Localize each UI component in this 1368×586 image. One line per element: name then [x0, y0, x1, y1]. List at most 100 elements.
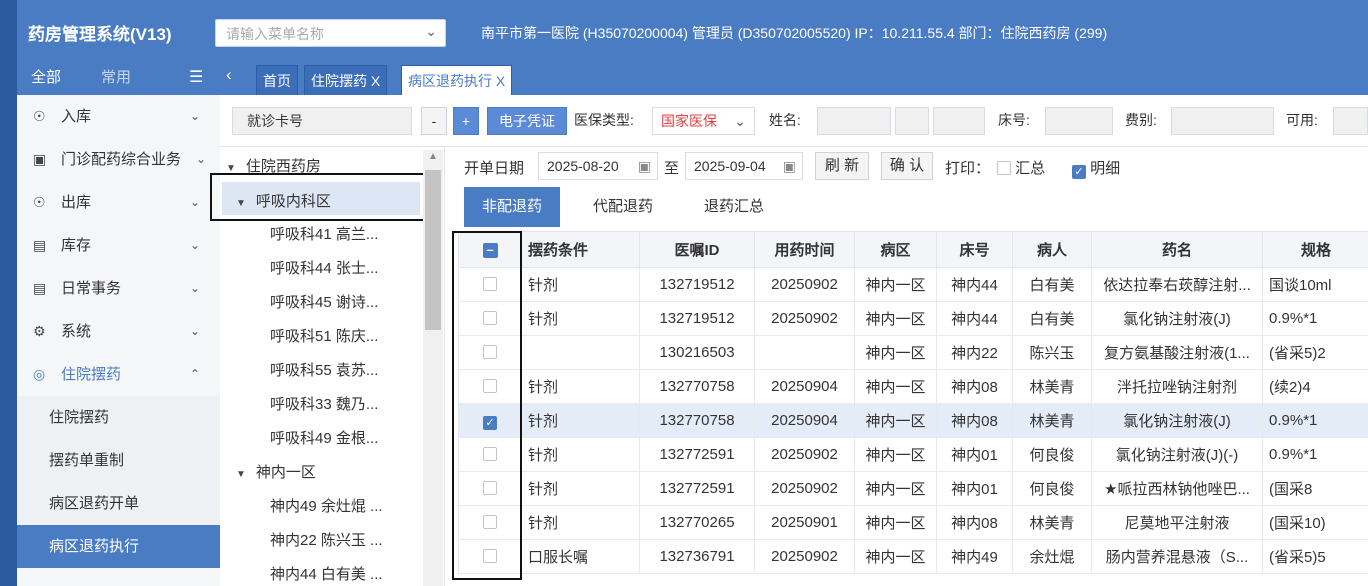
- cell-drug: 氯化钠注射液(J): [1091, 403, 1263, 438]
- date-label: 开单日期: [464, 160, 525, 177]
- subtab-return-summary[interactable]: 退药汇总: [686, 187, 782, 227]
- sidebar-item-outpatient[interactable]: ▣ 门诊配药综合业务 ⌄: [17, 138, 220, 181]
- sidebar-subitem-return-order[interactable]: 病区退药开单: [17, 482, 220, 525]
- tree-leaf[interactable]: 神内49 余灶焜 ...: [270, 495, 383, 516]
- cell-spec: (省采5)2: [1262, 335, 1368, 370]
- subtab-proxy-return[interactable]: 代配退药: [575, 187, 671, 227]
- sidebar-item-stock[interactable]: ▤ 库存 ⌄: [17, 224, 220, 267]
- sidebar-item-inbound[interactable]: ☉ 入库 ⌄: [17, 95, 220, 138]
- tree-leaf[interactable]: 神内22 陈兴玉 ...: [270, 529, 383, 550]
- table-row[interactable]: ✓ 针剂 132770758 20250904 神内一区 神内08 林美青 氯化钠注射液(J)…: [458, 403, 1368, 438]
- e-voucher-button[interactable]: 电子凭证: [487, 107, 567, 135]
- confirm-button[interactable]: 确 认: [881, 152, 933, 180]
- cell-spec: 0.9%*1: [1262, 437, 1368, 472]
- col-spec[interactable]: 规格: [1262, 231, 1368, 268]
- summary-checkbox-wrap[interactable]: 汇总: [997, 157, 1045, 178]
- cell-time: 20250902: [754, 437, 855, 472]
- tab-home[interactable]: 首页: [256, 65, 298, 95]
- tree-leaf[interactable]: 呼吸科45 谢诗...: [270, 291, 378, 312]
- available-field[interactable]: [1333, 107, 1368, 135]
- fee-field[interactable]: [1171, 107, 1274, 135]
- card-number-field[interactable]: 就诊卡号: [232, 107, 412, 135]
- sidebar-tab-all[interactable]: 全部: [31, 66, 61, 87]
- calendar-icon: ▣: [782, 158, 796, 174]
- sidebar-item-label: 入库: [61, 108, 92, 125]
- sidebar-subitem-redo[interactable]: 摆药单重制: [17, 439, 220, 482]
- col-drug[interactable]: 药名: [1091, 231, 1263, 268]
- cell-patient: 林美青: [1012, 403, 1092, 438]
- cell-time: 20250904: [754, 369, 855, 404]
- minus-button[interactable]: -: [421, 107, 447, 135]
- col-bed[interactable]: 床号: [936, 231, 1013, 268]
- sidebar-item-daily[interactable]: ▤ 日常事务 ⌄: [17, 267, 220, 310]
- col-patient[interactable]: 病人: [1012, 231, 1092, 268]
- tree-leaf[interactable]: 神内44 白有美 ...: [270, 563, 383, 584]
- name-field-2[interactable]: [895, 107, 929, 135]
- cell-bed: 神内01: [936, 471, 1013, 506]
- tree-leaf[interactable]: 呼吸科44 张士...: [270, 257, 378, 278]
- chevron-left-icon[interactable]: ‹: [226, 65, 232, 85]
- date-to-input[interactable]: 2025-09-04 ▣: [685, 152, 803, 180]
- tree-leaf[interactable]: 呼吸科51 陈庆...: [270, 325, 378, 346]
- tree-leaf[interactable]: 呼吸科49 金根...: [270, 427, 378, 448]
- cell-spec: (续2)4: [1262, 369, 1368, 404]
- tree-leaf[interactable]: 呼吸科41 高兰...: [270, 223, 378, 244]
- print-label: 打印：: [945, 160, 991, 177]
- date-from-input[interactable]: 2025-08-20 ▣: [538, 152, 658, 180]
- cell-spec: (省采5)5: [1262, 539, 1368, 574]
- chevron-down-icon[interactable]: ⌄: [425, 23, 437, 40]
- plus-button[interactable]: +: [453, 107, 479, 135]
- col-condition[interactable]: 摆药条件: [521, 231, 640, 268]
- detail-label: 明细: [1090, 160, 1121, 177]
- name-field-3[interactable]: [933, 107, 985, 135]
- detail-checkbox[interactable]: ✓: [1072, 165, 1086, 179]
- tab-inpatient-dispensing[interactable]: 住院摆药 X: [304, 65, 388, 95]
- sidebar: 全部 常用 ☰ ☉ 入库 ⌄ ▣ 门诊配药综合业务 ⌄ ☉ 出库 ⌄ ▤ 库存 ⌄ ▤ 日常事务 ⌄…: [17, 58, 220, 586]
- cell-drug: 泮托拉唑钠注射剂: [1091, 369, 1263, 404]
- col-time[interactable]: 用药时间: [754, 231, 855, 268]
- sidebar-item-system[interactable]: ⚙ 系统 ⌄: [17, 310, 220, 353]
- tree-leaf[interactable]: 呼吸科33 魏乃...: [270, 393, 378, 414]
- table-row[interactable]: 针剂 132772591 20250902 神内一区 神内01 何良俊 ★哌拉西林钠他唑巴.…: [458, 471, 1368, 506]
- menu-search-input[interactable]: 请输入菜单名称 ⌄: [215, 19, 446, 47]
- tab-ward-return-execute[interactable]: 病区退药执行 X: [401, 65, 513, 95]
- table-row[interactable]: 口服长嘱 132736791 20250902 神内一区 神内49 余灶焜 肠内营养混悬液（…: [458, 539, 1368, 574]
- detail-checkbox-wrap[interactable]: ✓ 明细: [1072, 157, 1120, 179]
- sidebar-item-inpatient-dispensing[interactable]: ◎ 住院摆药 ⌃: [17, 353, 220, 396]
- table-row[interactable]: 针剂 132719512 20250902 神内一区 神内44 白有美 氯化钠注射液(J) 0…: [458, 301, 1368, 336]
- table-row[interactable]: 针剂 132772591 20250902 神内一区 神内01 何良俊 氯化钠注射液(J)(…: [458, 437, 1368, 472]
- cell-ward: 神内一区: [854, 267, 937, 302]
- cell-bed: 神内22: [936, 335, 1013, 370]
- insurance-type-select[interactable]: 国家医保 ⌄: [652, 107, 755, 135]
- tree-leaf[interactable]: 呼吸科55 袁苏...: [270, 359, 378, 380]
- table-row[interactable]: 针剂 132719512 20250902 神内一区 神内44 白有美 依达拉奉右莰醇注射.…: [458, 267, 1368, 302]
- chevron-down-icon: ⌄: [189, 109, 200, 123]
- table-row[interactable]: 130216503 神内一区 神内22 陈兴玉 复方氨基酸注射液(1... (省采5)2: [458, 335, 1368, 370]
- cell-order-id: 132770758: [639, 403, 755, 438]
- cell-condition: 针剂: [521, 505, 640, 540]
- sidebar-subitem-dispensing[interactable]: 住院摆药: [17, 396, 220, 439]
- sidebar-item-outbound[interactable]: ☉ 出库 ⌄: [17, 181, 220, 224]
- summary-checkbox[interactable]: [997, 161, 1011, 175]
- scroll-up-icon[interactable]: ▲: [428, 151, 438, 162]
- available-label: 可用:: [1286, 112, 1318, 128]
- cell-spec: (国采10): [1262, 505, 1368, 540]
- bed-field[interactable]: [1045, 107, 1113, 135]
- insurance-type-value: 国家医保: [661, 113, 717, 129]
- sidebar-tab-common[interactable]: 常用: [101, 66, 131, 87]
- bed-label: 床号:: [998, 112, 1030, 128]
- subtab-non-dispense-return[interactable]: 非配退药: [464, 187, 561, 227]
- lock-icon: ▣: [33, 151, 47, 167]
- sidebar-subitem-return-execute[interactable]: 病区退药执行: [17, 525, 220, 568]
- refresh-button[interactable]: 刷 新: [815, 152, 869, 180]
- cell-bed: 神内44: [936, 301, 1013, 336]
- table-row[interactable]: 针剂 132770265 20250901 神内一区 神内08 林美青 尼莫地平注射液 (国采…: [458, 505, 1368, 540]
- table-row[interactable]: 针剂 132770758 20250904 神内一区 神内08 林美青 泮托拉唑钠注射剂 (续…: [458, 369, 1368, 404]
- tree-scroll-thumb[interactable]: [425, 170, 441, 330]
- col-order-id[interactable]: 医嘱ID: [639, 231, 755, 268]
- name-field[interactable]: [817, 107, 891, 135]
- col-ward[interactable]: 病区: [854, 231, 937, 268]
- tree-group-neuro[interactable]: ▼ 神内一区: [236, 461, 316, 482]
- cell-condition: 口服长嘱: [521, 539, 640, 574]
- menu-list-icon[interactable]: ☰: [189, 67, 203, 87]
